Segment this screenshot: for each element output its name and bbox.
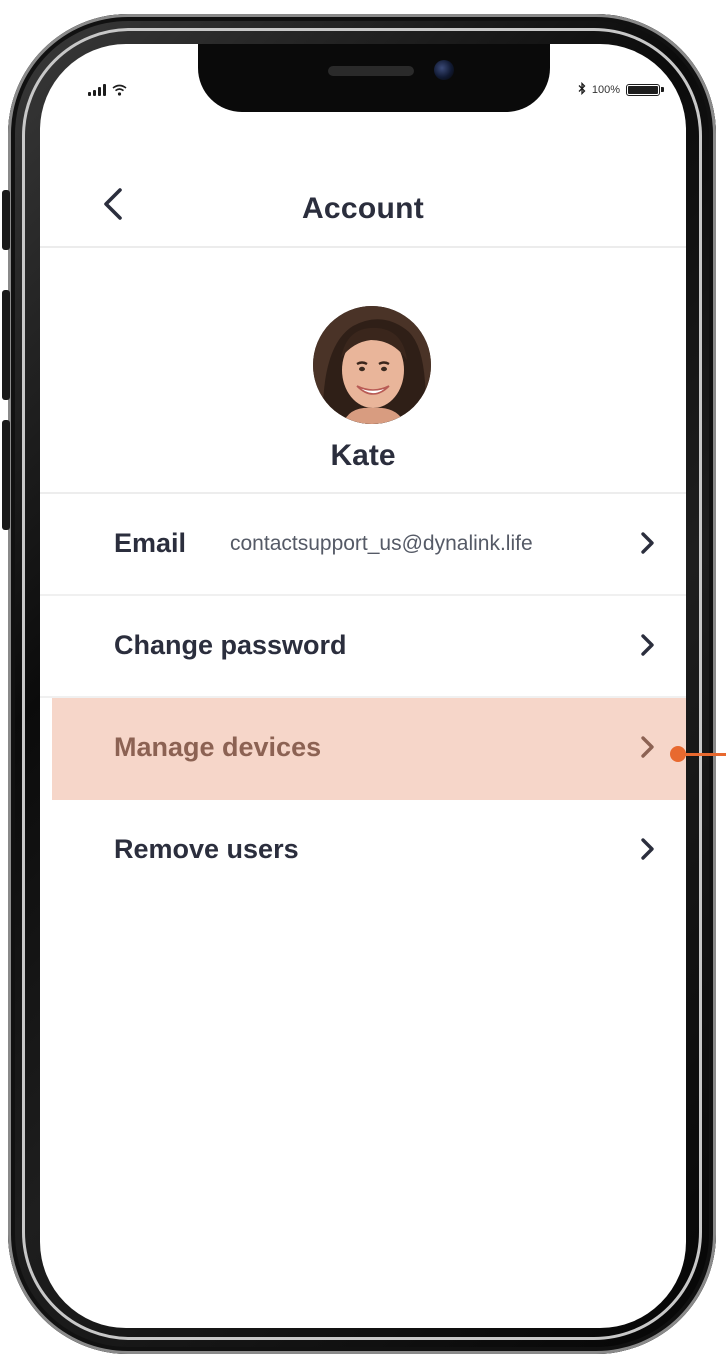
callout-line <box>680 753 726 756</box>
earpiece-speaker <box>328 66 414 76</box>
bluetooth-icon <box>578 81 586 98</box>
notch <box>198 44 550 112</box>
manage-devices-row[interactable]: Manage devices <box>52 698 686 800</box>
home-indicator <box>40 1308 686 1328</box>
volume-down-button <box>2 420 10 530</box>
change-password-label: Change password <box>114 630 347 660</box>
phone-screen: 100% Account Kate Email contactsupport_u… <box>40 44 686 1328</box>
change-password-row[interactable]: Change password <box>40 596 686 698</box>
account-menu: Email contactsupport_us@dynalink.life Ch… <box>40 492 686 902</box>
chevron-right-icon[interactable] <box>640 530 656 556</box>
mute-switch <box>2 190 10 250</box>
volume-up-button <box>2 290 10 400</box>
battery-percentage: 100% <box>591 84 620 96</box>
chevron-right-icon[interactable] <box>640 734 656 760</box>
avatar-photo <box>313 306 431 424</box>
signal-icon <box>88 84 106 96</box>
header: Account <box>40 164 686 248</box>
front-camera-icon <box>434 60 454 80</box>
profile-name: Kate <box>330 439 396 472</box>
battery-icon <box>626 84 664 96</box>
email-row[interactable]: Email contactsupport_us@dynalink.life <box>40 494 686 596</box>
remove-users-row[interactable]: Remove users <box>40 800 686 902</box>
page-title: Account <box>301 192 425 225</box>
chevron-right-icon[interactable] <box>640 632 656 658</box>
wifi-icon <box>112 84 127 96</box>
status-bar-left <box>88 84 127 96</box>
email-label: Email <box>114 528 187 558</box>
battery-level-fill <box>628 86 658 94</box>
manage-devices-label: Manage devices <box>114 732 322 762</box>
remove-users-label: Remove users <box>114 834 299 864</box>
status-bar-right: 100% <box>578 81 664 98</box>
chevron-right-icon[interactable] <box>640 836 656 862</box>
avatar[interactable] <box>313 306 431 424</box>
callout-dot <box>670 746 686 762</box>
email-value: contactsupport_us@dynalink.life <box>230 532 533 555</box>
